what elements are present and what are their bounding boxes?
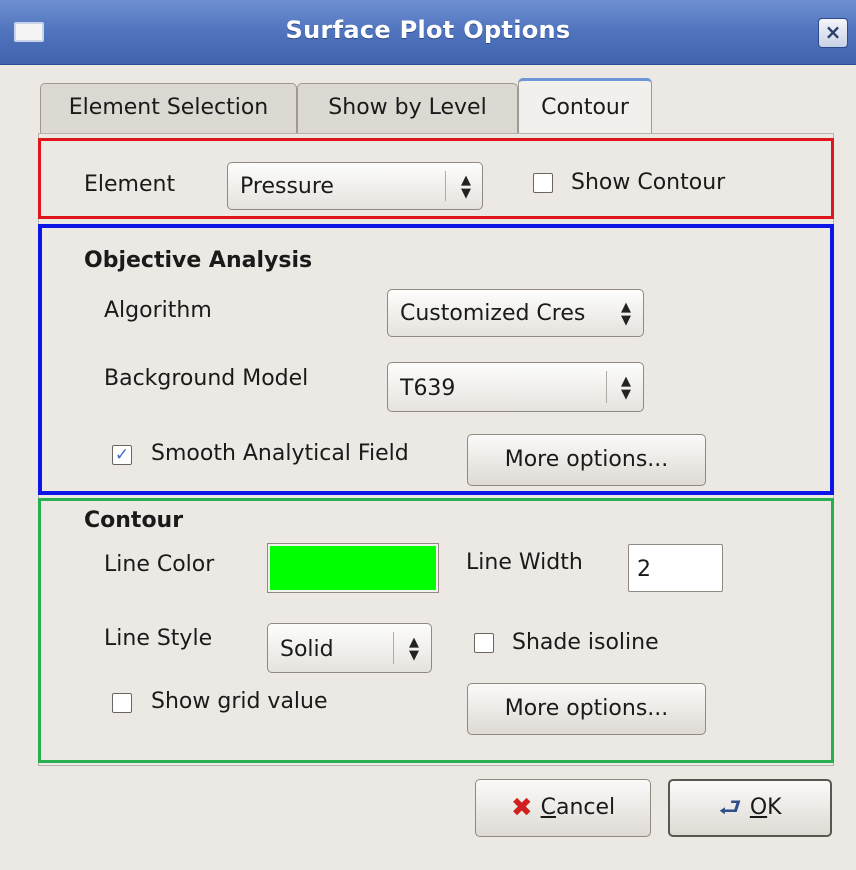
line-color-label: Line Color: [104, 552, 215, 577]
line-style-combo[interactable]: Solid ▲ ▼: [267, 623, 432, 673]
combo-separator: [445, 171, 446, 201]
line-style-combo-value: Solid: [280, 637, 334, 662]
element-combo-value: Pressure: [240, 174, 334, 199]
window-title: Surface Plot Options: [285, 16, 571, 44]
algorithm-combo-value: Customized Cres: [400, 301, 586, 326]
objective-analysis-heading: Objective Analysis: [84, 248, 313, 273]
close-button[interactable]: ×: [818, 18, 848, 48]
background-model-label: Background Model: [104, 366, 309, 391]
algorithm-combo[interactable]: Customized Cres ▲ ▼: [387, 289, 644, 337]
contour-heading: Contour: [84, 508, 184, 533]
show-grid-value-label: Show grid value: [151, 689, 328, 714]
combo-arrows-icon: ▲ ▼: [461, 173, 471, 201]
background-model-combo-value: T639: [400, 376, 456, 401]
element-label: Element: [84, 172, 176, 197]
combo-arrows-icon: ▲ ▼: [409, 635, 419, 663]
combo-arrows-icon: ▲ ▼: [621, 300, 631, 328]
cancel-button[interactable]: ✖ Cancel: [475, 779, 651, 837]
oa-more-options-button[interactable]: More options...: [467, 434, 706, 486]
cancel-x-icon: ✖: [510, 793, 533, 823]
ok-button[interactable]: ⮐ OK: [668, 779, 832, 837]
algorithm-label: Algorithm: [104, 298, 212, 323]
contour-more-options-button[interactable]: More options...: [467, 683, 706, 735]
show-grid-value-checkbox[interactable]: [112, 693, 132, 713]
cancel-label: ancel: [556, 795, 616, 820]
line-style-label: Line Style: [104, 626, 213, 651]
ok-label: K: [767, 795, 782, 820]
background-model-combo[interactable]: T639 ▲ ▼: [387, 362, 644, 412]
shade-isoline-label: Shade isoline: [512, 630, 659, 655]
smooth-field-label: Smooth Analytical Field: [151, 441, 409, 466]
line-width-input[interactable]: 2: [628, 544, 723, 592]
combo-arrows-icon: ▲ ▼: [621, 374, 631, 402]
line-width-label: Line Width: [466, 550, 583, 575]
shade-isoline-checkbox[interactable]: [474, 633, 494, 653]
tab-element-selection[interactable]: Element Selection: [40, 83, 297, 133]
line-color-button[interactable]: [267, 543, 439, 593]
ok-mnemonic: O: [749, 795, 768, 820]
combo-separator: [393, 632, 394, 664]
ok-return-icon: ⮐: [718, 793, 742, 823]
line-color-fill: [270, 546, 436, 590]
combo-separator: [606, 371, 607, 403]
element-combo[interactable]: Pressure ▲ ▼: [227, 162, 483, 210]
line-width-value: 2: [637, 557, 651, 582]
cancel-mnemonic: C: [540, 795, 556, 820]
tab-show-by-level[interactable]: Show by Level: [297, 83, 518, 133]
title-bar[interactable]: Surface Plot Options ×: [0, 0, 856, 65]
smooth-field-checkbox[interactable]: ✓: [112, 445, 132, 465]
show-contour-label: Show Contour: [571, 170, 726, 195]
tab-contour[interactable]: Contour: [518, 78, 652, 134]
show-contour-checkbox[interactable]: [533, 173, 553, 193]
